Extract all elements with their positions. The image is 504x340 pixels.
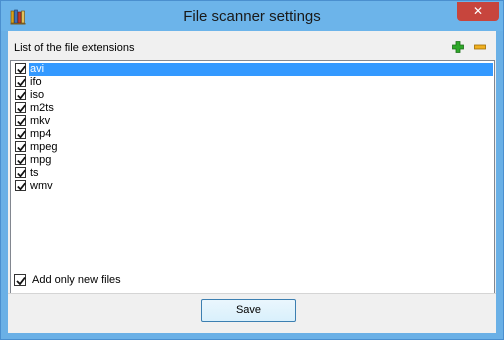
close-icon[interactable]: ✕: [457, 2, 499, 21]
list-item-label: ifo: [30, 76, 42, 88]
list-item[interactable]: iso: [13, 89, 493, 102]
list-item-label: iso: [30, 89, 45, 101]
list-item[interactable]: avi: [13, 63, 493, 76]
list-item-label: m2ts: [30, 102, 54, 114]
title-bar[interactable]: File scanner settings ✕: [1, 1, 503, 31]
checkmark-icon: [17, 104, 26, 113]
item-checkbox[interactable]: [15, 154, 26, 165]
extensions-listbox[interactable]: avi ifo iso m2ts mkv mp4 mpeg mpg ts wmv: [10, 60, 495, 294]
item-checkbox[interactable]: [15, 115, 26, 126]
add-only-new-checkbox[interactable]: [14, 274, 26, 286]
selection-highlight: [29, 63, 493, 76]
checkmark-icon: [17, 117, 26, 126]
list-item-label: wmv: [30, 180, 53, 192]
list-item[interactable]: mp4: [13, 128, 493, 141]
save-button[interactable]: Save: [201, 299, 296, 322]
list-item-label: avi: [29, 63, 46, 76]
dialog-window: File scanner settings ✕ List of the file…: [0, 0, 504, 340]
checkmark-icon: [17, 130, 26, 139]
list-item-label: mkv: [30, 115, 51, 127]
window-title: File scanner settings: [183, 8, 321, 25]
list-item-label: mp4: [30, 128, 52, 140]
remove-minus-icon[interactable]: [474, 41, 486, 53]
add-only-new-option[interactable]: Add only new files: [14, 273, 214, 287]
list-item[interactable]: mpg: [13, 154, 493, 167]
list-item[interactable]: mkv: [13, 115, 493, 128]
list-item[interactable]: wmv: [13, 180, 493, 193]
checkmark-icon: [17, 65, 26, 74]
item-checkbox[interactable]: [15, 141, 26, 152]
checkmark-icon: [17, 143, 26, 152]
list-header-label: List of the file extensions: [14, 42, 135, 54]
separator: [8, 293, 496, 294]
checkmark-icon: [17, 78, 26, 87]
list-item[interactable]: m2ts: [13, 102, 493, 115]
item-checkbox[interactable]: [15, 76, 26, 87]
add-plus-icon[interactable]: [452, 41, 464, 53]
checkmark-icon: [16, 276, 26, 286]
checkmark-icon: [17, 169, 26, 178]
checkmark-icon: [17, 91, 26, 100]
item-checkbox[interactable]: [15, 180, 26, 191]
list-item[interactable]: mpeg: [13, 141, 493, 154]
add-only-new-label: Add only new files: [32, 274, 121, 286]
dialog-client-area: List of the file extensions avi ifo iso m2t…: [8, 31, 496, 333]
checkmark-icon: [17, 156, 26, 165]
list-item[interactable]: ifo: [13, 76, 493, 89]
list-item[interactable]: ts: [13, 167, 493, 180]
list-item-label: mpeg: [30, 141, 58, 153]
close-button[interactable]: ✕: [457, 2, 499, 21]
list-item-label: mpg: [30, 154, 52, 166]
item-checkbox[interactable]: [15, 128, 26, 139]
item-checkbox[interactable]: [15, 167, 26, 178]
list-item-label: ts: [30, 167, 39, 179]
checkmark-icon: [17, 182, 26, 191]
item-checkbox[interactable]: [15, 63, 26, 74]
item-checkbox[interactable]: [15, 102, 26, 113]
item-checkbox[interactable]: [15, 89, 26, 100]
